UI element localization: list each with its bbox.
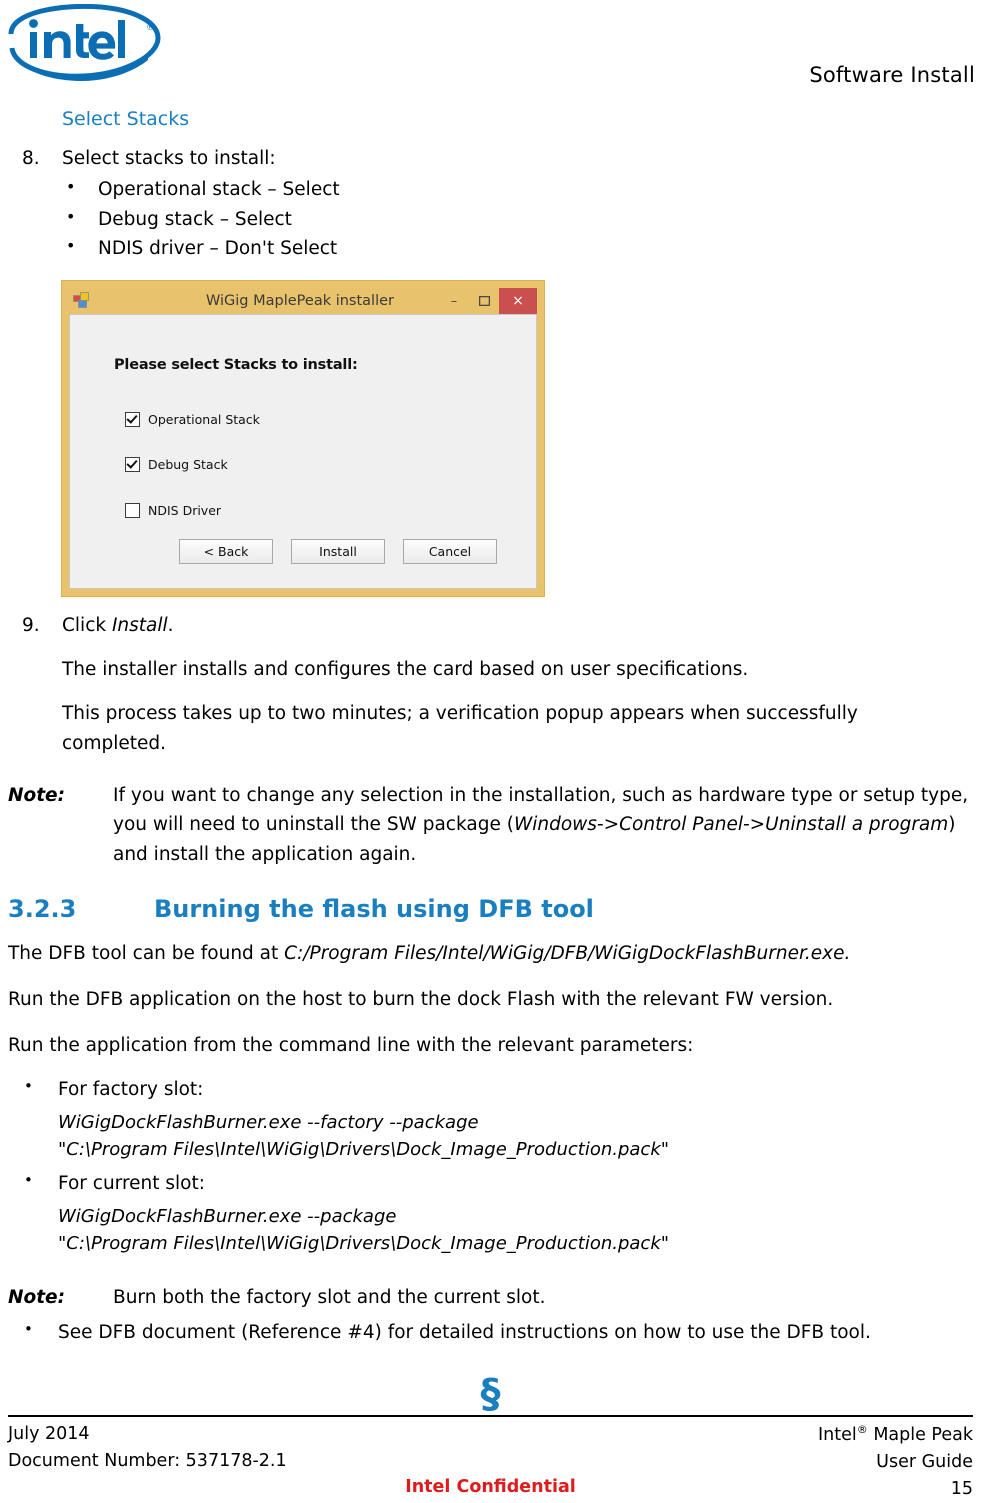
paragraph-run-dfb: Run the DFB application on the host to b…	[8, 989, 834, 1011]
section-title: Burning the flash using DFB tool	[154, 895, 594, 924]
checkbox-icon[interactable]	[125, 503, 140, 519]
footer-guide: User Guide	[876, 1451, 973, 1472]
checkbox-row-operational-stack[interactable]: Operational Stack	[125, 412, 260, 428]
section-heading: 3.2.3 Burning the flash using DFB tool	[8, 895, 981, 923]
step-text-emphasis: Install	[111, 615, 168, 637]
section-number: 3.2.3	[8, 895, 77, 924]
footer-grid: July 2014 Document Number: 537178-2.1 In…	[8, 1421, 973, 1499]
step-text-prefix: Click	[62, 615, 112, 637]
list-item-factory-slot: For factory slot:	[0, 1074, 981, 1105]
note-label: Note:	[8, 1286, 65, 1308]
slot-bullet-list: For factory slot:	[0, 1074, 981, 1105]
step-number: 8.	[22, 147, 40, 169]
list-item: Operational stack – Select	[0, 174, 981, 204]
dialog-button-row: < Back Install Cancel	[70, 539, 536, 565]
step-text: Select stacks to install:	[62, 147, 276, 169]
footer-document-number: Document Number: 537178-2.1	[8, 1451, 287, 1472]
paragraph-installer-configures: The installer installs and configures th…	[62, 658, 749, 680]
list-item: NDIS driver – Don't Select	[0, 233, 981, 263]
step8-bullets: Operational stack – Select Debug stack –…	[0, 174, 981, 263]
section-end-mark: §	[480, 1370, 501, 1417]
install-button[interactable]: Install	[291, 539, 385, 565]
list-item-current-slot: For current slot:	[0, 1168, 981, 1199]
checkbox-label: NDIS Driver	[148, 503, 222, 519]
window-controls: – ×	[439, 288, 537, 315]
footer-divider	[8, 1415, 973, 1417]
command-factory-slot: WiGigDockFlashBurner.exe --factory --pac…	[58, 1111, 670, 1160]
intel-logo: ®	[6, 3, 166, 82]
paragraph-process-duration: This process takes up to two minutes; a …	[62, 702, 858, 754]
list-item-step9: 9. Click Install.	[0, 612, 981, 641]
note-block-change-selection: Note: If you want to change any selection…	[8, 781, 973, 870]
maximize-icon[interactable]	[469, 288, 499, 314]
close-icon[interactable]: ×	[499, 288, 537, 315]
page-title: Software Install	[809, 63, 975, 87]
checkbox-icon[interactable]	[125, 412, 140, 428]
final-bullet-list: See DFB document (Reference #4) for deta…	[0, 1317, 981, 1348]
numbered-list-step9: 9. Click Install.	[0, 612, 981, 641]
page-content: Select Stacks 8. Select stacks to instal…	[0, 100, 981, 1414]
numbered-list: 8. Select stacks to install: Operational…	[0, 145, 981, 263]
command-current-slot: WiGigDockFlashBurner.exe --package "C:\P…	[58, 1205, 670, 1254]
footer-left: July 2014 Document Number: 537178-2.1	[8, 1421, 287, 1475]
step-number: 9.	[22, 615, 40, 637]
footer-confidential: Intel Confidential	[405, 1477, 576, 1497]
checkbox-row-debug-stack[interactable]: Debug Stack	[125, 457, 228, 473]
back-button[interactable]: < Back	[179, 539, 273, 565]
checkbox-row-ndis-driver[interactable]: NDIS Driver	[125, 503, 222, 519]
note-label: Note:	[8, 784, 65, 806]
list-item-dfb-reference: See DFB document (Reference #4) for deta…	[0, 1317, 981, 1348]
step-text-suffix: .	[167, 615, 174, 637]
footer-date: July 2014	[8, 1424, 90, 1444]
subheading-select-stacks: Select Stacks	[62, 108, 190, 130]
cancel-button[interactable]: Cancel	[403, 539, 497, 565]
installer-screenshot-figure: WiGig MaplePeak installer – × Please sel…	[62, 281, 544, 597]
footer-product-name: Intel	[818, 1424, 857, 1445]
page-footer: July 2014 Document Number: 537178-2.1 In…	[8, 1415, 973, 1499]
list-item: Debug stack – Select	[0, 204, 981, 234]
page-header: ® Software Install	[0, 0, 981, 100]
slot-bullet-list-2: For current slot:	[0, 1168, 981, 1199]
dfb-tool-path: C:/Program Files/Intel/WiGig/DFB/WiGigDo…	[284, 943, 851, 965]
footer-product-rest: Maple Peak	[867, 1424, 973, 1445]
registered-mark: ®	[856, 1423, 868, 1436]
document-page: ® Software Install Select Stacks 8. Sele…	[0, 0, 981, 1499]
list-item-step8: 8. Select stacks to install:	[0, 145, 981, 174]
checkbox-label: Debug Stack	[148, 457, 228, 473]
paragraph-dfb-location: The DFB tool can be found at C:/Program …	[8, 939, 976, 969]
dfb-intro-prefix: The DFB tool can be found at	[8, 943, 285, 965]
registered-mark: ®	[146, 23, 155, 33]
note-text: Burn both the factory slot and the curre…	[113, 1286, 546, 1308]
minimize-icon[interactable]: –	[439, 288, 469, 314]
installer-app-icon	[73, 292, 90, 309]
footer-product: Intel® Maple Peak	[818, 1421, 973, 1449]
dialog-heading: Please select Stacks to install:	[114, 357, 358, 374]
installer-dialog-window: WiGig MaplePeak installer – × Please sel…	[62, 281, 544, 597]
paragraph-run-commandline: Run the application from the command lin…	[8, 1035, 694, 1057]
checkbox-icon[interactable]	[125, 457, 140, 473]
checkbox-label: Operational Stack	[148, 412, 260, 428]
dialog-body: Please select Stacks to install: Operati…	[69, 314, 537, 590]
note-block-burn-both: Note: Burn both the factory slot and the …	[8, 1283, 973, 1313]
dialog-titlebar: WiGig MaplePeak installer – ×	[69, 288, 537, 315]
note-text-emphasis: Windows->Control Panel->Uninstall a prog…	[513, 814, 949, 836]
